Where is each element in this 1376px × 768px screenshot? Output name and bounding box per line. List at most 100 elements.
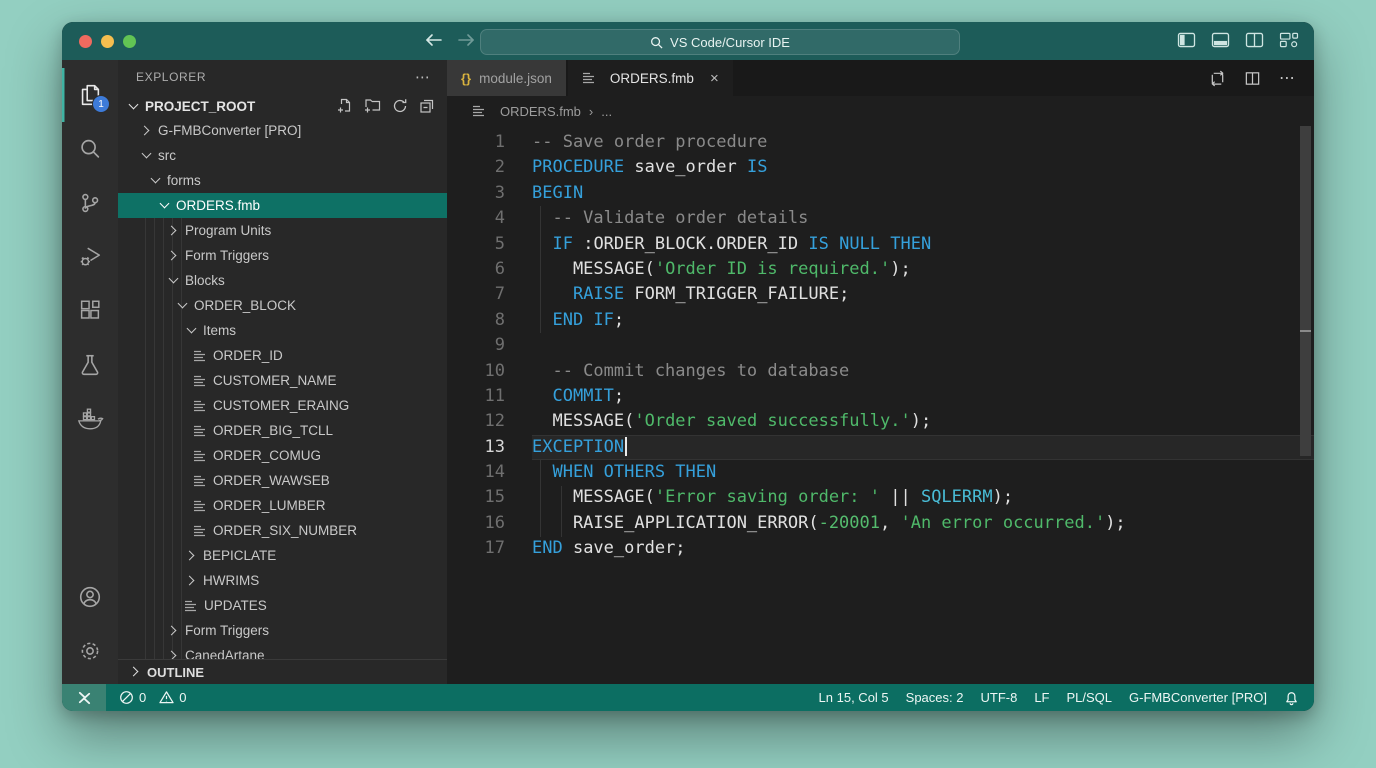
zoom-window-button[interactable] — [123, 35, 136, 48]
minimize-window-button[interactable] — [101, 35, 114, 48]
line-content[interactable]: EXCEPTION — [532, 435, 1314, 460]
status-extension-status[interactable]: G-FMBConverter [PRO] — [1129, 690, 1267, 705]
breadcrumb-more[interactable]: ... — [601, 104, 612, 119]
line-content[interactable]: MESSAGE('Order saved successfully.'); — [532, 409, 1314, 434]
status-indentation[interactable]: Spaces: 2 — [906, 690, 964, 705]
code-line-13[interactable]: 13EXCEPTION — [447, 435, 1314, 460]
tree-item-order-big-tcll[interactable]: ORDER_BIG_TCLL — [118, 418, 447, 443]
testing-icon[interactable] — [62, 338, 118, 392]
toggle-sidebar-icon[interactable] — [1177, 32, 1196, 48]
command-center-search[interactable]: VS Code/Cursor IDE — [480, 29, 960, 55]
code-line-6[interactable]: 6 MESSAGE('Order ID is required.'); — [447, 257, 1314, 282]
code-line-7[interactable]: 7 RAISE FORM_TRIGGER_FAILURE; — [447, 282, 1314, 307]
tree-item-blocks[interactable]: Blocks — [118, 268, 447, 293]
tab-module-json[interactable]: {}module.json — [447, 60, 566, 96]
close-icon[interactable]: × — [710, 71, 719, 86]
code-line-4[interactable]: 4 -- Validate order details — [447, 206, 1314, 231]
more-actions-icon[interactable]: ⋯ — [1279, 68, 1296, 88]
line-number[interactable]: 8 — [447, 308, 532, 333]
code-line-9[interactable]: 9 — [447, 333, 1314, 358]
line-content[interactable] — [532, 333, 1314, 358]
tree-item-order-block[interactable]: ORDER_BLOCK — [118, 293, 447, 318]
line-content[interactable]: END save_order; — [532, 536, 1314, 561]
tree-item-bepiclate[interactable]: BEPICLATE — [118, 543, 447, 568]
code-line-5[interactable]: 5 IF :ORDER_BLOCK.ORDER_ID IS NULL THEN — [447, 232, 1314, 257]
tree-item-order-lumber[interactable]: ORDER_LUMBER — [118, 493, 447, 518]
line-number[interactable]: 9 — [447, 333, 532, 358]
docker-icon[interactable] — [62, 392, 118, 446]
line-number[interactable]: 13 — [447, 435, 532, 460]
explorer-icon[interactable]: 1 — [62, 68, 118, 122]
status-notifications[interactable] — [1284, 690, 1299, 706]
line-content[interactable]: -- Commit changes to database — [532, 359, 1314, 384]
tree-item-updates[interactable]: UPDATES — [118, 593, 447, 618]
line-content[interactable]: -- Save order procedure — [532, 130, 1314, 155]
status-language-mode[interactable]: PL/SQL — [1067, 690, 1113, 705]
tree-item-order-six-number[interactable]: ORDER_SIX_NUMBER — [118, 518, 447, 543]
code-line-10[interactable]: 10 -- Commit changes to database — [447, 359, 1314, 384]
line-number[interactable]: 3 — [447, 181, 532, 206]
code-line-16[interactable]: 16 RAISE_APPLICATION_ERROR(-20001, 'An e… — [447, 511, 1314, 536]
tree-item-orders-fmb[interactable]: ORDERS.fmb — [118, 193, 447, 218]
tree-item-src[interactable]: src — [118, 143, 447, 168]
new-file-icon[interactable] — [337, 98, 353, 114]
line-number[interactable]: 12 — [447, 409, 532, 434]
settings-icon[interactable] — [62, 624, 118, 678]
code-line-2[interactable]: 2PROCEDURE save_order IS — [447, 155, 1314, 180]
line-content[interactable]: RAISE FORM_TRIGGER_FAILURE; — [532, 282, 1314, 307]
line-number[interactable]: 6 — [447, 257, 532, 282]
tree-item-order-wawseb[interactable]: ORDER_WAWSEB — [118, 468, 447, 493]
line-number[interactable]: 14 — [447, 460, 532, 485]
line-number[interactable]: 5 — [447, 232, 532, 257]
line-number[interactable]: 15 — [447, 485, 532, 510]
tree-item-items[interactable]: Items — [118, 318, 447, 343]
status-warnings[interactable]: 0 — [159, 690, 186, 705]
code-line-14[interactable]: 14 WHEN OTHERS THEN — [447, 460, 1314, 485]
line-number[interactable]: 16 — [447, 511, 532, 536]
line-content[interactable]: PROCEDURE save_order IS — [532, 155, 1314, 180]
split-editor-icon[interactable] — [1244, 70, 1261, 87]
tree-item-customer-eraing[interactable]: CUSTOMER_ERAING — [118, 393, 447, 418]
line-number[interactable]: 11 — [447, 384, 532, 409]
editor-scrollbar[interactable] — [1300, 126, 1311, 456]
search-icon[interactable] — [62, 122, 118, 176]
tab-orders-fmb[interactable]: ORDERS.fmb× — [568, 60, 733, 96]
line-number[interactable]: 10 — [447, 359, 532, 384]
explorer-more-icon[interactable]: ⋯ — [415, 68, 431, 86]
source-control-icon[interactable] — [62, 176, 118, 230]
run-debug-icon[interactable] — [62, 230, 118, 284]
status-encoding[interactable]: UTF-8 — [980, 690, 1017, 705]
account-icon[interactable] — [62, 570, 118, 624]
project-root-row[interactable]: PROJECT_ROOT — [118, 94, 447, 118]
tree-item-program-units[interactable]: Program Units — [118, 218, 447, 243]
status-eol[interactable]: LF — [1034, 690, 1049, 705]
outline-section[interactable]: OUTLINE — [118, 659, 447, 684]
toggle-panel-icon[interactable] — [1211, 32, 1230, 48]
refresh-icon[interactable] — [392, 98, 408, 114]
code-line-1[interactable]: 1-- Save order procedure — [447, 130, 1314, 155]
breadcrumb-file[interactable]: ORDERS.fmb — [500, 104, 581, 119]
line-number[interactable]: 1 — [447, 130, 532, 155]
line-number[interactable]: 7 — [447, 282, 532, 307]
customize-layout-icon[interactable] — [1279, 32, 1299, 48]
breadcrumb[interactable]: ORDERS.fmb › ... — [447, 96, 1314, 126]
code-editor[interactable]: 1-- Save order procedure2PROCEDURE save_… — [447, 126, 1314, 684]
line-number[interactable]: 4 — [447, 206, 532, 231]
line-content[interactable]: RAISE_APPLICATION_ERROR(-20001, 'An erro… — [532, 511, 1314, 536]
code-line-3[interactable]: 3BEGIN — [447, 181, 1314, 206]
split-editor-icon[interactable] — [1245, 32, 1264, 48]
line-content[interactable]: IF :ORDER_BLOCK.ORDER_ID IS NULL THEN — [532, 232, 1314, 257]
code-line-17[interactable]: 17END save_order; — [447, 536, 1314, 561]
line-content[interactable]: COMMIT; — [532, 384, 1314, 409]
line-content[interactable]: BEGIN — [532, 181, 1314, 206]
line-content[interactable]: -- Validate order details — [532, 206, 1314, 231]
tree-item-forms[interactable]: forms — [118, 168, 447, 193]
code-line-15[interactable]: 15 MESSAGE('Error saving order: ' || SQL… — [447, 485, 1314, 510]
line-content[interactable]: END IF; — [532, 308, 1314, 333]
remote-indicator[interactable] — [62, 684, 106, 711]
tree-item-form-triggers[interactable]: Form Triggers — [118, 618, 447, 643]
back-icon[interactable] — [424, 33, 443, 47]
line-content[interactable]: MESSAGE('Order ID is required.'); — [532, 257, 1314, 282]
collapse-all-icon[interactable] — [419, 98, 435, 114]
status-errors[interactable]: 0 — [119, 690, 146, 705]
